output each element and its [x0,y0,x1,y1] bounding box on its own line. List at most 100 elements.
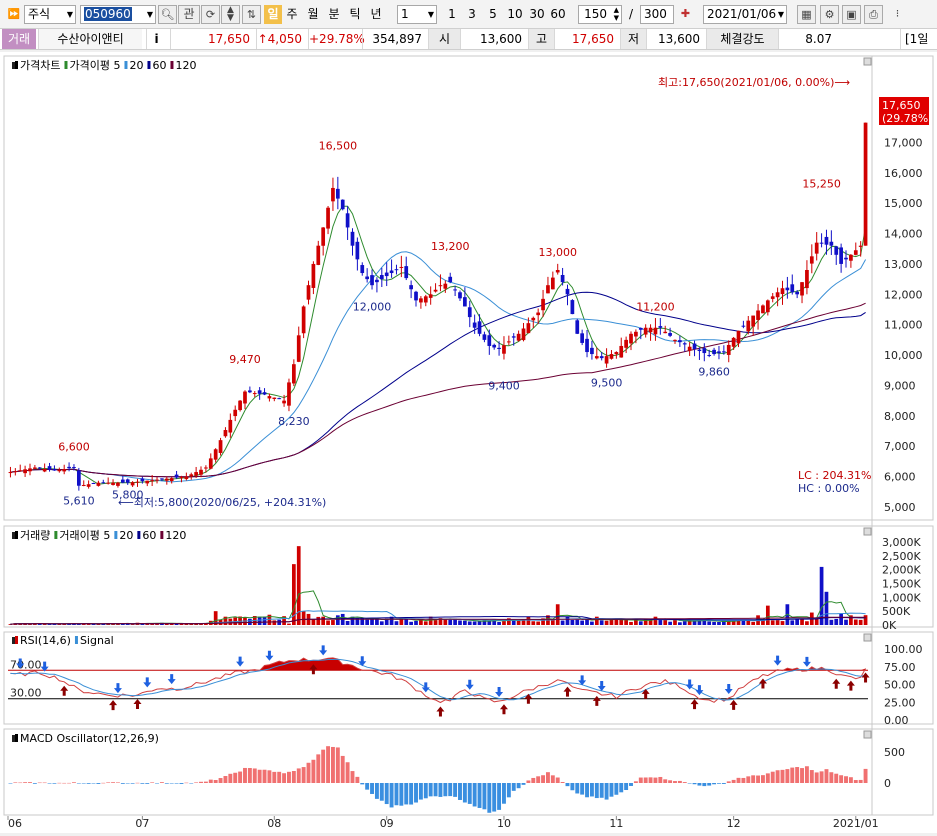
date-value: 2021/01/06 [707,7,777,21]
legend-volume_panel-3: 60 [142,529,156,542]
sort-icon[interactable]: ⇅ [242,5,261,24]
quick-60-button[interactable]: 60 [549,5,567,24]
high-value: 17,650 [554,29,620,49]
volume-bar [824,591,829,625]
search-icon[interactable]: 🔍︎ [158,5,177,24]
spin-updown-icon[interactable]: ▲ ▼ [221,5,240,24]
macd-osc-bar [243,767,247,783]
macd-osc-bar [545,772,550,783]
period-month-button[interactable]: 월 [305,5,321,24]
price-tick-label: 6,000 [884,471,916,484]
price-tick-label: 13,000 [884,258,923,271]
panel-close-icon[interactable] [863,527,872,536]
macd-osc-bar [790,767,795,783]
stock-chart-svg[interactable]: 가격차트 가격이평 5 20 60 120 거래량 거래이평 5 20 60 120 RSI(14,… [0,52,937,833]
volume-bar [257,616,262,625]
candle [863,122,868,246]
volume-bar [443,619,448,625]
interval-value: 1 [401,7,409,21]
macd-osc-bar [203,781,208,783]
panel-frame [3,631,934,725]
code-input[interactable]: 050960 ▼ [80,5,156,24]
period-day-button[interactable]: 일 [264,5,282,24]
panel-close-icon[interactable] [863,730,872,739]
period-tick-button[interactable]: 틱 [347,5,363,24]
volume-bar [844,619,848,625]
date-picker[interactable]: 2021/01/06 ▼ [703,5,787,24]
price-tick-label: 7,000 [884,440,916,453]
macd-osc-bar [844,776,848,783]
gear-icon[interactable]: ⚙ [820,5,839,24]
count-input[interactable]: 150 ▲ ▼ [578,5,622,24]
macd-osc-bar [145,783,150,784]
strength-value: 8.07 [778,29,838,49]
macd-osc-bar [741,777,746,783]
change-rate: +29.78% [308,29,365,49]
kwan-button[interactable]: 관 [178,5,200,24]
settings-plus-icon[interactable]: ✚ [676,5,695,24]
macd-osc-bar [174,783,179,784]
volume-bar [765,605,770,625]
volume-bar [502,621,506,625]
panel-toggle-icon[interactable]: ⏩ [4,5,24,24]
save-icon[interactable]: ▣ [842,5,861,24]
macd-osc-bar [731,779,736,783]
info-icon[interactable]: i [146,29,166,49]
print-icon[interactable]: ⎙ [864,5,883,24]
period-week-button[interactable]: 주 [284,5,300,24]
quick-1-button[interactable]: 1 [446,5,458,24]
volume-bar [467,621,472,625]
volume-bar [316,616,321,625]
macd-osc-bar [213,779,218,783]
macd-osc-bar [502,783,506,804]
macd-osc-bar [638,777,643,783]
quick-30-button[interactable]: 30 [528,5,546,24]
macd-osc-bar [321,749,326,783]
refresh-icon[interactable]: ⟳ [201,5,220,24]
macd-osc-bar [511,783,516,791]
low-note: ⟵최저:5,800(2020/06/25, +204.31%) [118,496,326,509]
volume-bar [375,618,379,625]
macd-osc-bar [159,782,164,783]
total-input[interactable]: 300 [640,5,674,24]
price-tick-label: 8,000 [884,410,916,423]
macd-osc-bar [550,775,555,783]
more-icon[interactable]: ⁝ [888,5,907,24]
macd-osc-bar [228,773,233,783]
rsi-tick-label: 0.00 [884,714,909,727]
quick-10-button[interactable]: 10 [506,5,524,24]
macd-osc-bar [633,781,638,783]
volume-bar [262,616,267,625]
legend-macd_panel-0: MACD Oscillator(12,26,9) [20,732,159,745]
table-icon[interactable]: ▦ [797,5,816,24]
volume-bar [594,616,599,625]
macd-osc-bar [443,783,448,797]
macd-osc-bar [247,768,252,783]
macd-osc-bar [155,783,159,784]
macd-osc-bar [291,770,296,783]
price-annotation: 15,250 [802,178,841,191]
macd-osc-bar [692,783,697,785]
price-annotation: 13,000 [538,246,577,259]
panel-close-icon[interactable] [863,633,872,642]
volume-bar [805,621,809,625]
macd-osc-bar [233,772,238,783]
panel-close-icon[interactable] [863,57,872,66]
quick-5-button[interactable]: 5 [487,5,499,24]
volume-bar [458,620,462,625]
volume-bar [624,619,628,625]
volume-bar [287,623,291,625]
count-separator: / [628,7,634,21]
quick-3-button[interactable]: 3 [466,5,478,24]
market-select[interactable]: 주식 ▼ [24,5,76,24]
volume-bar [321,616,326,625]
volume-bar [658,619,663,625]
period-year-button[interactable]: 년 [368,5,384,24]
volume-tick-label: 1,000K [882,591,921,604]
rsi-tick-label: 100.00 [884,643,923,656]
macd-osc-bar [726,781,731,783]
interval-select[interactable]: 1 ▼ [397,5,437,24]
period-minute-button[interactable]: 분 [326,5,342,24]
macd-osc-bar [560,781,565,783]
macd-osc-bar [296,768,301,783]
